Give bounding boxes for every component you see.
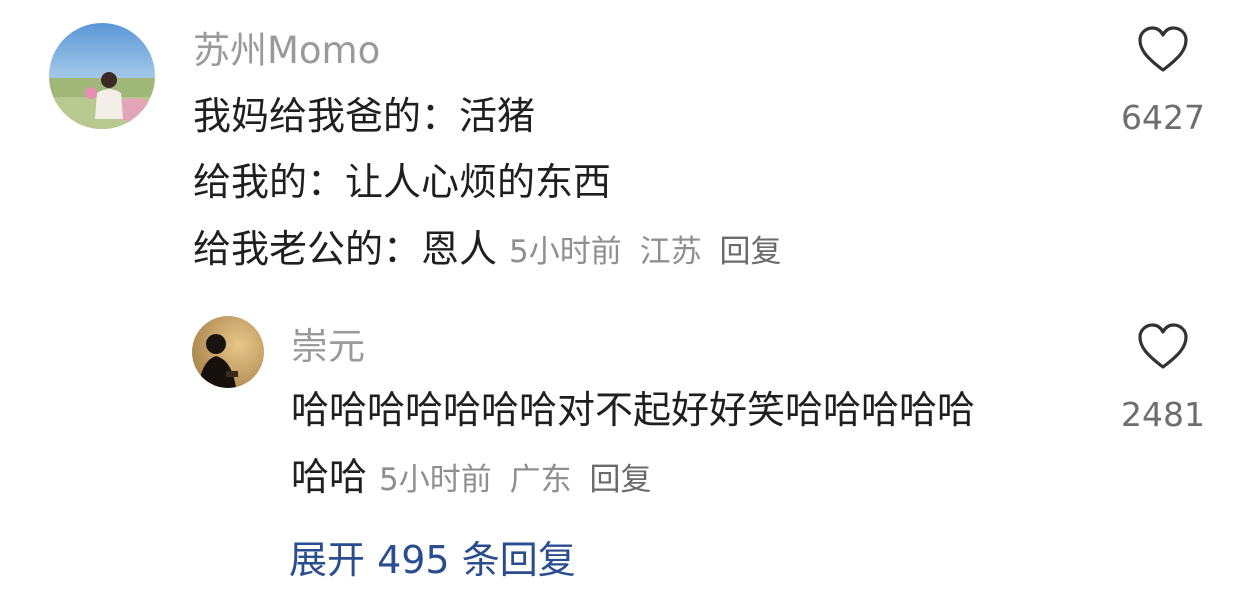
reply-username[interactable]: 崇元 xyxy=(291,325,365,369)
heart-outline-icon xyxy=(1138,323,1188,369)
comment-meta: 5小时前 江苏 回复 xyxy=(509,230,789,274)
comment-line: 给我的：让人心烦的东西 xyxy=(193,160,612,204)
comment-location: 江苏 xyxy=(639,234,702,270)
comment-time: 5小时前 xyxy=(509,234,622,270)
reply-avatar[interactable] xyxy=(192,316,264,388)
avatar[interactable] xyxy=(49,23,155,129)
like-count: 2481 xyxy=(1121,395,1205,434)
reply-meta: 5小时前 广东 回复 xyxy=(379,458,659,502)
reply-last-line: 哈哈 5小时前 广东 回复 xyxy=(291,455,659,502)
avatar-photo xyxy=(49,23,155,129)
like-count: 6427 xyxy=(1121,98,1205,137)
expand-replies-link[interactable]: 展开 495 条回复 xyxy=(289,538,576,582)
avatar-photo xyxy=(192,316,264,388)
reply-time: 5小时前 xyxy=(379,462,492,498)
heart-outline-icon xyxy=(1138,26,1188,72)
reply-line: 哈哈哈哈哈哈哈对不起好好笑哈哈哈哈哈 xyxy=(291,388,976,432)
reply-location: 广东 xyxy=(509,462,572,498)
comment-username[interactable]: 苏州Momo xyxy=(193,29,380,73)
comment-last-line: 给我老公的：恩人 5小时前 江苏 回复 xyxy=(193,227,789,274)
like-button[interactable]: 6427 xyxy=(1108,26,1218,138)
comment-line: 我妈给我爸的：活猪 xyxy=(193,94,536,138)
reply-line: 哈哈 xyxy=(291,455,368,499)
reply-button[interactable]: 回复 xyxy=(719,234,781,270)
reply-like-button[interactable]: 2481 xyxy=(1108,323,1218,435)
comment-line: 给我老公的：恩人 xyxy=(193,227,498,271)
reply-button[interactable]: 回复 xyxy=(589,462,651,498)
